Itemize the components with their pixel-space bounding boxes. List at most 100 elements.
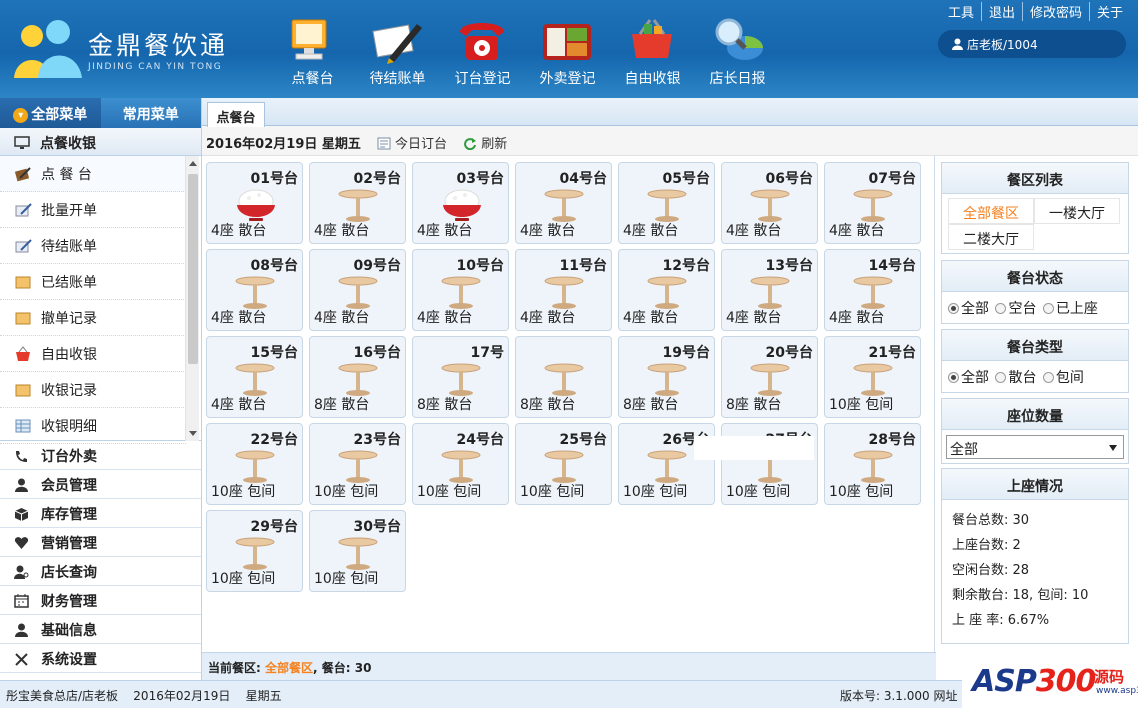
table-card[interactable]: 08号台 4座 散台 <box>206 249 303 331</box>
sidebar-item-cashier-records[interactable]: 收银记录 <box>0 372 186 408</box>
table-card[interactable]: 16号台 8座 散台 <box>309 336 406 418</box>
table-card[interactable]: 28号台 10座 包间 <box>824 423 921 505</box>
table-card[interactable]: 02号台 4座 散台 <box>309 162 406 244</box>
nav-free-cashier[interactable]: 自由收银 <box>610 8 695 92</box>
state-empty-radio[interactable]: 空台 <box>995 298 1036 318</box>
table-card[interactable]: 19号台 8座 散台 <box>618 336 715 418</box>
table-card[interactable]: 14号台 4座 散台 <box>824 249 921 331</box>
table-card[interactable]: 11号台 4座 散台 <box>515 249 612 331</box>
group-label: 财务管理 <box>41 594 97 610</box>
table-info: 4座 散台 <box>314 310 370 326</box>
sidebar-item-cancel-records[interactable]: 撤单记录 <box>0 300 186 336</box>
table-card[interactable]: 01号台 4座 散台 <box>206 162 303 244</box>
sidebar-item-order-desk[interactable]: 点 餐 台 <box>0 156 186 192</box>
table-card[interactable]: 30号台 10座 包间 <box>309 510 406 592</box>
user-info-icon <box>15 623 28 637</box>
table-number: 09号台 <box>353 258 401 274</box>
nav-label: 店长日报 <box>709 71 766 87</box>
table-card[interactable]: 21号台 10座 包间 <box>824 336 921 418</box>
sidebar-group-marketing[interactable]: 营销管理 <box>0 528 201 557</box>
usage-total: 餐台总数: 30 <box>952 513 1030 528</box>
sidebar-group-members[interactable]: 会员管理 <box>0 470 201 499</box>
sidebar-group-manager-query[interactable]: 店长查询 <box>0 557 201 586</box>
logout-link[interactable]: 退出 <box>980 2 1022 21</box>
table-card[interactable]: 17号 8座 散台 <box>412 336 509 418</box>
app-title: 金鼎餐饮通 <box>88 31 229 60</box>
table-card[interactable]: 8座 散台 <box>515 336 612 418</box>
table-number: 21号台 <box>868 345 916 361</box>
zone-all[interactable]: 全部餐区 <box>948 198 1034 224</box>
table-card[interactable]: 10号台 4座 散台 <box>412 249 509 331</box>
box-icon <box>14 508 29 521</box>
tab-order-desk[interactable]: 点餐台 <box>207 102 265 127</box>
type-hall-radio[interactable]: 散台 <box>995 367 1036 387</box>
sidebar-group-reservation[interactable]: 订台外卖 <box>0 441 201 470</box>
nav-order-desk[interactable]: 点餐台 <box>270 8 355 92</box>
tools-link[interactable]: 工具 <box>941 2 981 21</box>
table-card[interactable]: 20号台 8座 散台 <box>721 336 818 418</box>
submenu-scrollbar[interactable] <box>185 156 199 441</box>
table-card[interactable]: 04号台 4座 散台 <box>515 162 612 244</box>
sidebar-item-batch-open[interactable]: 批量开单 <box>0 192 186 228</box>
state-seated-radio[interactable]: 已上座 <box>1042 298 1098 318</box>
pen-paper-icon <box>15 239 32 253</box>
table-card[interactable]: 13号台 4座 散台 <box>721 249 818 331</box>
table-card[interactable]: 09号台 4座 散台 <box>309 249 406 331</box>
nav-pending-bills[interactable]: 待结账单 <box>355 8 440 92</box>
table-card[interactable]: 29号台 10座 包间 <box>206 510 303 592</box>
radio-label: 散台 <box>1008 370 1037 386</box>
sidebar-group-basic-info[interactable]: 基础信息 <box>0 615 201 644</box>
table-info: 10座 包间 <box>829 397 894 413</box>
table-card[interactable]: 25号台 10座 包间 <box>515 423 612 505</box>
notebook-pen-icon <box>14 167 31 182</box>
shopping-basket-icon <box>632 19 672 58</box>
table-card[interactable]: 07号台 4座 散台 <box>824 162 921 244</box>
table-info: 8座 散台 <box>314 397 370 413</box>
table-card[interactable]: 05号台 4座 散台 <box>618 162 715 244</box>
table-card[interactable]: 15号台 4座 散台 <box>206 336 303 418</box>
section-header-ordering[interactable]: 点餐收银 <box>0 128 201 156</box>
sidebar-group-finance[interactable]: 财务管理 <box>0 586 201 615</box>
table-number: 13号台 <box>765 258 813 274</box>
sidebar-group-settings[interactable]: 系统设置 <box>0 644 201 673</box>
table-card[interactable]: 12号台 4座 散台 <box>618 249 715 331</box>
state-all-radio[interactable]: 全部 <box>948 298 989 318</box>
table-card[interactable]: 06号台 4座 散台 <box>721 162 818 244</box>
type-room-radio[interactable]: 包间 <box>1042 367 1084 387</box>
scroll-up-icon[interactable] <box>189 161 197 166</box>
type-all-radio[interactable]: 全部 <box>948 367 989 387</box>
nav-manager-report[interactable]: 店长日报 <box>695 8 780 92</box>
tab-all-menu[interactable]: ▾ 全部菜单 <box>0 98 101 128</box>
radio-selected-icon <box>948 372 959 383</box>
sidebar-item-label: 收银记录 <box>41 383 97 399</box>
zone-floor1[interactable]: 一楼大厅 <box>1034 198 1120 224</box>
tab-common-menu[interactable]: 常用菜单 <box>101 98 202 128</box>
table-info: 4座 散台 <box>829 310 885 326</box>
nav-reservation[interactable]: 订台登记 <box>440 8 525 92</box>
nav-label: 点餐台 <box>291 71 334 87</box>
refresh-button[interactable]: 刷新 <box>463 137 507 152</box>
table-card[interactable]: 03号台 4座 散台 <box>412 162 509 244</box>
table-card[interactable]: 22号台 10座 包间 <box>206 423 303 505</box>
table-card[interactable]: 24号台 10座 包间 <box>412 423 509 505</box>
sidebar-item-cashier-details[interactable]: 收银明细 <box>0 408 186 444</box>
sidebar-item-free-cashier[interactable]: 自由收银 <box>0 336 186 372</box>
sidebar-item-settled-bills[interactable]: 已结账单 <box>0 264 186 300</box>
scroll-thumb[interactable] <box>188 174 198 364</box>
sidebar-item-pending-bills[interactable]: 待结账单 <box>0 228 186 264</box>
group-label: 基础信息 <box>41 623 97 639</box>
sidebar-item-label: 点 餐 台 <box>41 167 92 183</box>
nav-takeout[interactable]: 外卖登记 <box>525 8 610 92</box>
seat-count-select[interactable]: 全部 <box>946 435 1124 459</box>
scroll-down-icon[interactable] <box>189 431 197 436</box>
sidebar-group-inventory[interactable]: 库存管理 <box>0 499 201 528</box>
change-password-link[interactable]: 修改密码 <box>1021 2 1089 21</box>
document-icon <box>377 137 391 150</box>
round-table-icon <box>853 450 893 484</box>
about-link[interactable]: 关于 <box>1088 2 1130 21</box>
table-card[interactable]: 23号台 10座 包间 <box>309 423 406 505</box>
today-reservations-button[interactable]: 今日订台 <box>377 137 447 152</box>
submenu-list: 点 餐 台 批量开单 待结账单 已结账单 撤单记录 自由收银 收银记录 收银明细 <box>0 156 201 444</box>
zone-floor2[interactable]: 二楼大厅 <box>948 224 1034 250</box>
table-info: 4座 散台 <box>211 397 267 413</box>
